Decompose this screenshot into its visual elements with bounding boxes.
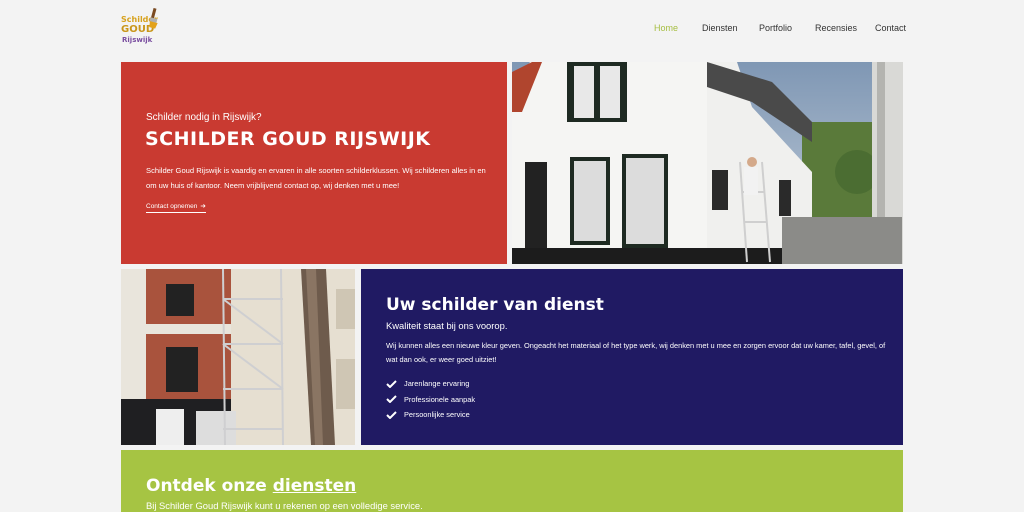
diensten-card: Ontdek onze diensten Bij Schilder Goud R… xyxy=(121,450,903,512)
diensten-title: Ontdek onze diensten xyxy=(146,476,356,496)
house-photo xyxy=(512,62,903,264)
hero-card: Schilder nodig in Rijswijk? SCHILDER GOU… xyxy=(121,62,507,264)
feature-list: Jarenlange ervaring Professionele aanpak… xyxy=(386,376,475,423)
arrow-right-icon: ➔ xyxy=(200,203,206,210)
service-subtitle: Kwaliteit staat bij ons voorop. xyxy=(386,320,508,331)
diensten-link[interactable]: diensten xyxy=(273,476,357,496)
diensten-title-prefix: Ontdek onze xyxy=(146,476,273,496)
feature-item: Jarenlange ervaring xyxy=(386,376,475,392)
nav-portfolio[interactable]: Portfolio xyxy=(759,21,792,35)
feature-label: Jarenlange ervaring xyxy=(404,379,470,389)
feature-label: Professionele aanpak xyxy=(404,394,476,404)
hero-kicker: Schilder nodig in Rijswijk? xyxy=(146,112,262,123)
main-nav: Home Diensten Portfolio Recensies Contac… xyxy=(0,21,1024,35)
service-card: Uw schilder van dienst Kwaliteit staat b… xyxy=(361,269,903,445)
check-icon xyxy=(386,411,397,419)
nav-contact[interactable]: Contact xyxy=(875,21,906,35)
nav-diensten[interactable]: Diensten xyxy=(702,21,738,35)
feature-label: Persoonlijke service xyxy=(404,410,470,420)
hero-body: Schilder Goud Rijswijk is vaardig en erv… xyxy=(146,166,486,190)
service-title: Uw schilder van dienst xyxy=(386,295,604,315)
scaffold-photo xyxy=(121,269,355,445)
feature-item: Persoonlijke service xyxy=(386,407,475,423)
nav-home[interactable]: Home xyxy=(654,21,678,35)
contact-cta-link[interactable]: Contact opnemen ➔ xyxy=(146,202,206,213)
nav-recensies[interactable]: Recensies xyxy=(815,21,857,35)
hero-title: SCHILDER GOUD RIJSWIJK xyxy=(145,128,431,150)
logo-line3: Rijswijk xyxy=(122,36,153,44)
service-body: Wij kunnen alles een nieuwe kleur geven.… xyxy=(386,341,886,364)
feature-item: Professionele aanpak xyxy=(386,392,475,408)
check-icon xyxy=(386,380,397,388)
check-icon xyxy=(386,395,397,404)
diensten-subtitle: Bij Schilder Goud Rijswijk kunt u rekene… xyxy=(146,500,423,511)
cta-label: Contact opnemen xyxy=(146,203,198,210)
